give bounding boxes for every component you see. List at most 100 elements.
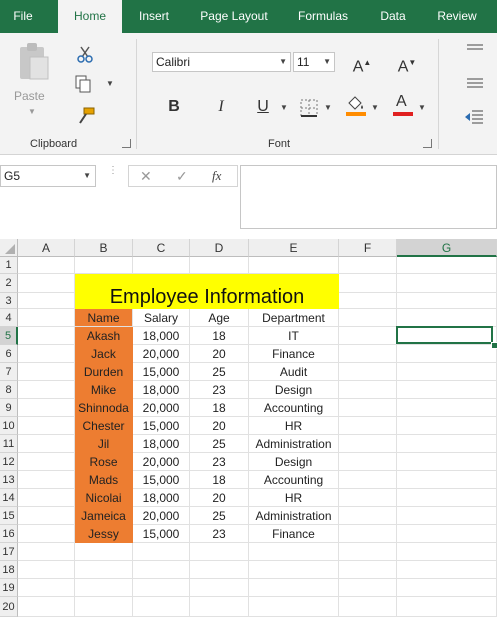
column-header-f[interactable]: F	[339, 239, 397, 257]
cancel-icon[interactable]: ✕	[140, 168, 152, 185]
grid-cell[interactable]	[249, 543, 339, 561]
italic-button[interactable]: I	[211, 97, 231, 119]
row-header-11[interactable]: 11	[0, 435, 18, 453]
grid-cell[interactable]	[397, 561, 497, 579]
row-header-2[interactable]: 2	[0, 274, 18, 293]
grid-cell[interactable]	[339, 507, 397, 525]
tab-insert[interactable]: Insert	[128, 0, 180, 33]
grid-cell[interactable]	[339, 597, 397, 617]
row-header-5[interactable]: 5	[0, 327, 18, 345]
row-header-9[interactable]: 9	[0, 399, 18, 417]
grid-cell[interactable]	[397, 274, 497, 293]
font-size-select[interactable]: 11 ▼	[293, 52, 335, 72]
column-header-b[interactable]: B	[75, 239, 133, 257]
tab-formulas[interactable]: Formulas	[290, 0, 356, 33]
grid-cell[interactable]	[75, 257, 133, 274]
grid-cell[interactable]	[249, 579, 339, 597]
grid-cell[interactable]	[190, 579, 249, 597]
select-all-corner[interactable]	[0, 239, 18, 257]
grid-cell[interactable]	[339, 381, 397, 399]
row-header-6[interactable]: 6	[0, 345, 18, 363]
formula-input[interactable]	[240, 165, 497, 229]
row-header-4[interactable]: 4	[0, 309, 18, 327]
grid-cell[interactable]	[18, 507, 75, 525]
grid-cell[interactable]	[397, 417, 497, 435]
grid-cell[interactable]	[18, 417, 75, 435]
grid-cell[interactable]	[18, 471, 75, 489]
grid-cell[interactable]	[397, 293, 497, 309]
grid-cell[interactable]	[339, 274, 397, 293]
tab-page-layout[interactable]: Page Layout	[192, 0, 276, 33]
selected-cell[interactable]	[396, 326, 493, 344]
row-header-19[interactable]: 19	[0, 579, 18, 597]
grid-cell[interactable]	[18, 579, 75, 597]
grid-cell[interactable]	[397, 525, 497, 543]
grid-cell[interactable]	[133, 597, 190, 617]
grid-cell[interactable]	[397, 381, 497, 399]
grid-cell[interactable]	[339, 453, 397, 471]
top-align-icon[interactable]	[466, 43, 484, 57]
grid-cell[interactable]	[75, 579, 133, 597]
borders-dropdown-icon[interactable]: ▼	[324, 103, 332, 112]
drag-handle-icon[interactable]: ⋮	[108, 166, 118, 176]
grid-cell[interactable]	[190, 597, 249, 617]
grid-cell[interactable]	[249, 597, 339, 617]
row-header-1[interactable]: 1	[0, 257, 18, 274]
grid-cell[interactable]	[133, 543, 190, 561]
font-name-select[interactable]: Calibri ▼	[152, 52, 291, 72]
grid-cell[interactable]	[339, 345, 397, 363]
grid-cell[interactable]	[75, 561, 133, 579]
tab-home[interactable]: Home	[58, 0, 122, 33]
insert-function-icon[interactable]: fx	[212, 168, 221, 184]
paste-button[interactable]: Paste ▼	[12, 41, 56, 116]
tab-review[interactable]: Review	[430, 0, 484, 33]
grid-cell[interactable]	[339, 327, 397, 345]
fill-handle[interactable]	[491, 342, 497, 349]
grid-cell[interactable]	[397, 453, 497, 471]
grid-cell[interactable]	[75, 543, 133, 561]
clipboard-launcher-icon[interactable]	[122, 139, 131, 148]
grid-cell[interactable]	[339, 363, 397, 381]
copy-icon[interactable]	[74, 75, 94, 93]
tab-file[interactable]: File	[0, 0, 46, 33]
tab-data[interactable]: Data	[372, 0, 414, 33]
row-header-13[interactable]: 13	[0, 471, 18, 489]
grid-cell[interactable]	[18, 435, 75, 453]
format-painter-icon[interactable]	[76, 107, 96, 125]
grid-cell[interactable]	[397, 579, 497, 597]
grid-cell[interactable]	[339, 525, 397, 543]
grid-cell[interactable]	[339, 399, 397, 417]
grid-cell[interactable]	[339, 489, 397, 507]
grid-cell[interactable]	[190, 543, 249, 561]
row-header-3[interactable]: 3	[0, 293, 18, 309]
column-header-a[interactable]: A	[18, 239, 75, 257]
grid-cell[interactable]	[18, 257, 75, 274]
row-header-14[interactable]: 14	[0, 489, 18, 507]
row-header-10[interactable]: 10	[0, 417, 18, 435]
font-color-dropdown-icon[interactable]: ▼	[418, 103, 426, 112]
row-header-15[interactable]: 15	[0, 507, 18, 525]
grid-cell[interactable]	[339, 561, 397, 579]
grid-cell[interactable]	[18, 345, 75, 363]
grid-cell[interactable]	[190, 561, 249, 579]
grid-cell[interactable]	[397, 507, 497, 525]
grid-cell[interactable]	[339, 435, 397, 453]
grid-cell[interactable]	[339, 293, 397, 309]
grid-cell[interactable]	[18, 597, 75, 617]
grid-cell[interactable]	[397, 471, 497, 489]
grow-font-button[interactable]: A▲	[352, 53, 372, 75]
grid-cell[interactable]	[133, 561, 190, 579]
row-header-17[interactable]: 17	[0, 543, 18, 561]
grid-cell[interactable]	[18, 543, 75, 561]
grid-cell[interactable]	[18, 489, 75, 507]
grid-cell[interactable]	[339, 257, 397, 274]
grid-cell[interactable]	[18, 293, 75, 309]
grid-cell[interactable]	[18, 399, 75, 417]
grid-cell[interactable]	[18, 561, 75, 579]
name-box[interactable]: G5 ▼	[0, 165, 96, 187]
column-header-e[interactable]: E	[249, 239, 339, 257]
row-header-18[interactable]: 18	[0, 561, 18, 579]
grid-cell[interactable]	[18, 274, 75, 293]
grid-cell[interactable]	[18, 381, 75, 399]
grid-cell[interactable]	[18, 363, 75, 381]
